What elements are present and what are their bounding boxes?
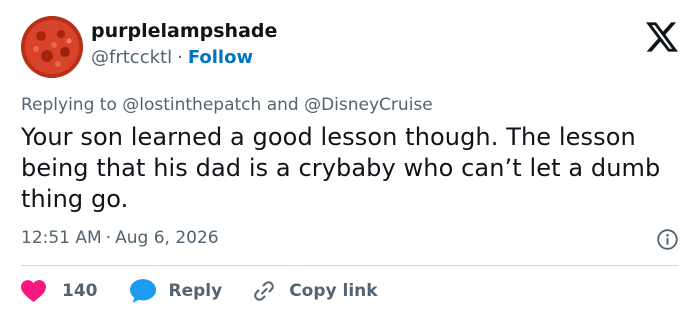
link-icon bbox=[254, 281, 274, 301]
reply-label: Reply bbox=[168, 281, 223, 301]
like-button[interactable]: 140 bbox=[21, 280, 98, 302]
reply-bubble-icon bbox=[129, 279, 156, 303]
author-handle[interactable]: @frtccktl bbox=[91, 47, 172, 68]
copy-link-label: Copy link bbox=[289, 281, 378, 301]
x-logo-icon[interactable] bbox=[646, 22, 678, 52]
tweet-text: Your son learned a good lesson though. T… bbox=[21, 123, 661, 213]
author-display-name[interactable]: purplelampshade bbox=[91, 20, 277, 42]
replying-prefix: Replying to bbox=[21, 95, 117, 115]
tweet-card: purplelampshade @frtccktl · Follow Replyin… bbox=[0, 0, 700, 318]
reply-button[interactable]: Reply bbox=[129, 279, 223, 303]
divider bbox=[21, 265, 679, 266]
heart-icon bbox=[21, 280, 46, 302]
tweet-date: Aug 6, 2026 bbox=[115, 228, 219, 248]
author-handle-row: @frtccktl · Follow bbox=[91, 47, 253, 68]
replying-to-line: Replying to @lostinthepatch and @DisneyC… bbox=[21, 95, 433, 115]
pizza-avatar-icon bbox=[21, 16, 83, 78]
info-icon[interactable] bbox=[657, 229, 678, 250]
info-icon-svg bbox=[657, 229, 678, 250]
mention-disneycruise[interactable]: @DisneyCruise bbox=[304, 95, 433, 115]
tweet-time: 12:51 AM bbox=[21, 228, 102, 248]
handle-separator: · bbox=[177, 47, 183, 68]
mention-lostinthepatch[interactable]: @lostinthepatch bbox=[122, 95, 261, 115]
copy-link-button[interactable]: Copy link bbox=[252, 279, 378, 303]
follow-link[interactable]: Follow bbox=[188, 47, 253, 68]
like-count: 140 bbox=[62, 281, 98, 301]
tweet-timestamp[interactable]: 12:51 AM · Aug 6, 2026 bbox=[21, 228, 219, 248]
action-bar: 140 Reply Copy link bbox=[21, 279, 378, 303]
x-logo-svg bbox=[646, 22, 678, 52]
replying-conjunction: and bbox=[266, 95, 299, 115]
author-avatar[interactable] bbox=[21, 16, 83, 78]
timestamp-separator: · bbox=[105, 228, 112, 248]
